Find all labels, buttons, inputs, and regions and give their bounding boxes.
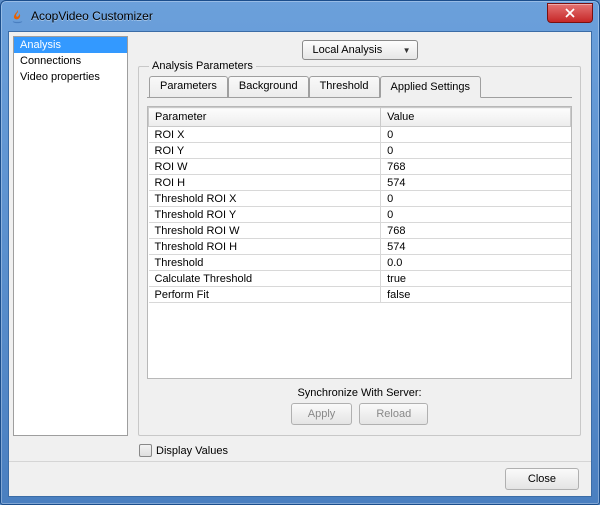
value-cell: 768 (381, 223, 571, 239)
display-values-checkbox-label[interactable]: Display Values (139, 444, 581, 457)
close-button[interactable]: Close (505, 468, 579, 490)
value-cell: 0 (381, 143, 571, 159)
tab-threshold[interactable]: Threshold (309, 76, 380, 97)
table-row[interactable]: ROI X0 (149, 127, 571, 143)
table-row[interactable]: Threshold0.0 (149, 255, 571, 271)
sidebar-list[interactable]: AnalysisConnectionsVideo properties (13, 36, 128, 436)
tabs-bar: ParametersBackgroundThresholdApplied Set… (147, 76, 572, 98)
sync-block: Synchronize With Server: Apply Reload (147, 379, 572, 425)
parameters-table: Parameter Value ROI X0ROI Y0ROI W768ROI … (148, 107, 571, 303)
param-cell: Threshold ROI Y (149, 207, 381, 223)
value-cell: 0 (381, 191, 571, 207)
value-cell: 0.0 (381, 255, 571, 271)
table-container: Parameter Value ROI X0ROI Y0ROI W768ROI … (147, 106, 572, 379)
tab-parameters[interactable]: Parameters (149, 76, 228, 97)
param-cell: ROI X (149, 127, 381, 143)
param-cell: Perform Fit (149, 287, 381, 303)
param-cell: Calculate Threshold (149, 271, 381, 287)
analysis-parameters-group: Analysis Parameters ParametersBackground… (138, 66, 581, 436)
tab-applied-settings[interactable]: Applied Settings (380, 76, 482, 98)
display-values-text: Display Values (156, 445, 228, 457)
param-cell: Threshold ROI H (149, 239, 381, 255)
param-cell: ROI W (149, 159, 381, 175)
combo-label: Local Analysis (313, 44, 383, 56)
table-row[interactable]: Threshold ROI W768 (149, 223, 571, 239)
display-values-row: Display Values (9, 440, 591, 461)
value-cell: 768 (381, 159, 571, 175)
main-split: AnalysisConnectionsVideo properties Loca… (9, 32, 591, 440)
table-row[interactable]: Calculate Thresholdtrue (149, 271, 571, 287)
param-cell: Threshold (149, 255, 381, 271)
table-row[interactable]: Threshold ROI X0 (149, 191, 571, 207)
param-cell: ROI Y (149, 143, 381, 159)
col-header-value[interactable]: Value (381, 108, 571, 127)
value-cell: 0 (381, 127, 571, 143)
sync-label: Synchronize With Server: (147, 387, 572, 399)
right-pane: Local Analysis ▼ Analysis Parameters Par… (128, 32, 591, 440)
table-row[interactable]: Threshold ROI Y0 (149, 207, 571, 223)
close-window-button[interactable] (547, 3, 593, 23)
tab-background[interactable]: Background (228, 76, 309, 97)
display-values-checkbox[interactable] (139, 444, 152, 457)
apply-button[interactable]: Apply (291, 403, 353, 425)
table-row[interactable]: ROI W768 (149, 159, 571, 175)
sidebar-item-analysis[interactable]: Analysis (14, 37, 127, 53)
table-row[interactable]: Perform Fitfalse (149, 287, 571, 303)
value-cell: 574 (381, 175, 571, 191)
group-legend: Analysis Parameters (149, 60, 256, 72)
value-cell: true (381, 271, 571, 287)
analysis-mode-combo[interactable]: Local Analysis ▼ (302, 40, 418, 60)
java-app-icon (9, 8, 25, 24)
title-bar[interactable]: AcopVideo Customizer (1, 1, 599, 31)
param-cell: ROI H (149, 175, 381, 191)
param-cell: Threshold ROI X (149, 191, 381, 207)
param-cell: Threshold ROI W (149, 223, 381, 239)
value-cell: 574 (381, 239, 571, 255)
window-title: AcopVideo Customizer (31, 9, 547, 23)
table-row[interactable]: ROI Y0 (149, 143, 571, 159)
reload-button[interactable]: Reload (359, 403, 428, 425)
chevron-down-icon: ▼ (403, 46, 411, 55)
table-row[interactable]: Threshold ROI H574 (149, 239, 571, 255)
applied-settings-panel: Parameter Value ROI X0ROI Y0ROI W768ROI … (147, 106, 572, 425)
value-cell: false (381, 287, 571, 303)
client-area: AnalysisConnectionsVideo properties Loca… (8, 31, 592, 497)
sidebar-item-connections[interactable]: Connections (14, 53, 127, 69)
col-header-parameter[interactable]: Parameter (149, 108, 381, 127)
value-cell: 0 (381, 207, 571, 223)
dialog-footer: Close (9, 461, 591, 496)
window-frame: AcopVideo Customizer AnalysisConnections… (0, 0, 600, 505)
table-row[interactable]: ROI H574 (149, 175, 571, 191)
sidebar-item-video-properties[interactable]: Video properties (14, 69, 127, 85)
